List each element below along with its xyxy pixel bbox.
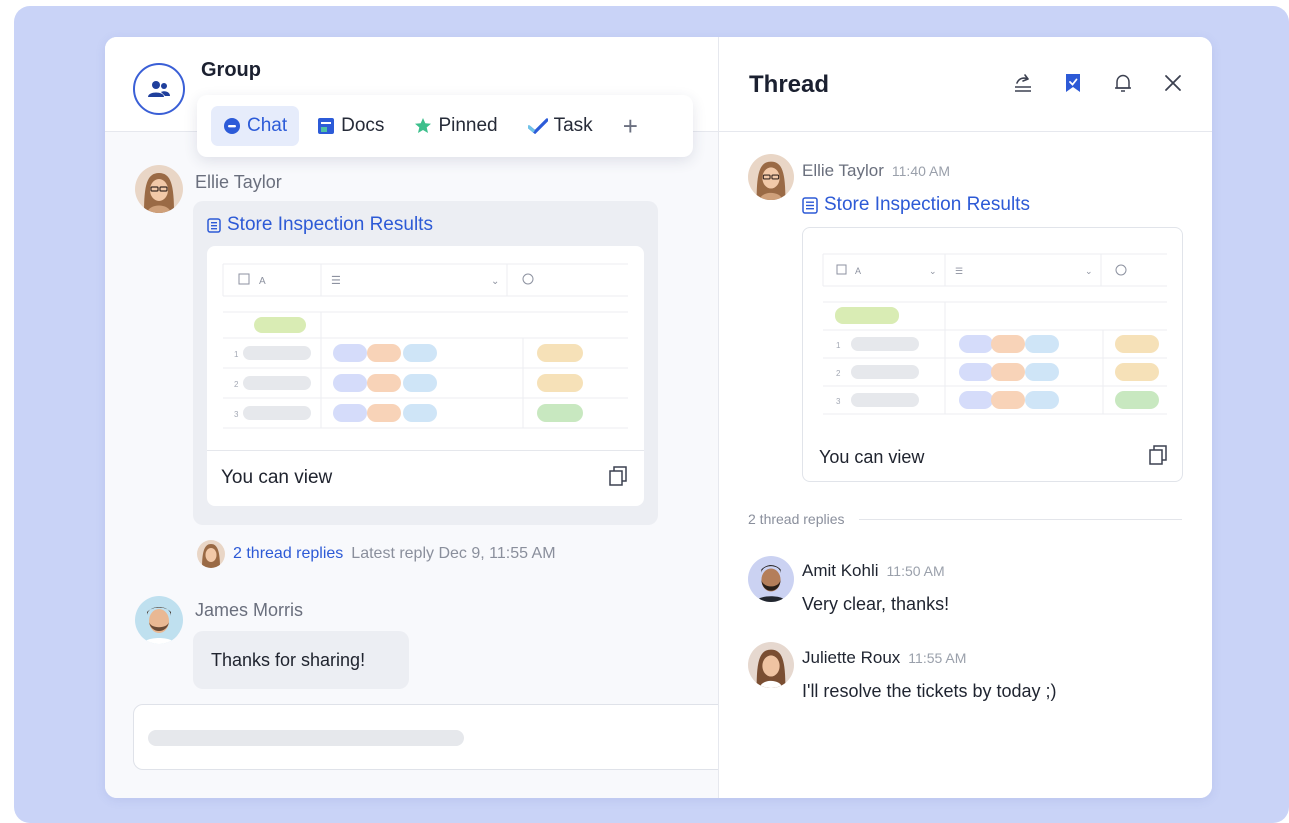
permission-label: You can view bbox=[221, 467, 333, 488]
svg-text:A: A bbox=[259, 276, 266, 287]
pin-icon bbox=[415, 118, 432, 133]
svg-text:☰: ☰ bbox=[955, 266, 963, 276]
tab-chat[interactable]: Chat bbox=[211, 106, 300, 146]
svg-text:2: 2 bbox=[234, 380, 239, 389]
tab-task[interactable]: Task bbox=[516, 106, 605, 146]
svg-text:3: 3 bbox=[234, 410, 239, 419]
docs-icon bbox=[318, 118, 335, 134]
doc-card-footer: You can view bbox=[207, 450, 644, 506]
replies-divider: 2 thread replies bbox=[748, 511, 1182, 527]
reply-text: I'll resolve the tickets by today ;) bbox=[802, 681, 1057, 701]
bell-icon[interactable] bbox=[1111, 71, 1135, 95]
svg-text:⌄: ⌄ bbox=[491, 276, 499, 287]
chat-pane: Group Chat Docs Pinned Task + Ellie Tayl… bbox=[105, 37, 753, 798]
group-title: Group bbox=[201, 59, 261, 81]
doc-preview-card[interactable]: A ☰ ⌄ 1 2 3 You can view bbox=[207, 246, 644, 506]
document-icon bbox=[802, 196, 818, 214]
doc-link[interactable]: Store Inspection Results bbox=[207, 214, 433, 236]
table-preview: A ⌄ ☰ ⌄ 1 2 3 bbox=[822, 253, 1167, 415]
avatar-james[interactable] bbox=[135, 596, 183, 644]
tab-docs-label: Docs bbox=[341, 115, 385, 136]
reply-author: Juliette Roux 11:55 AM bbox=[802, 648, 966, 668]
author-name: Juliette Roux bbox=[802, 648, 901, 667]
document-icon bbox=[207, 217, 221, 233]
author-name: Amit Kohli bbox=[802, 561, 879, 580]
message-bubble: Thanks for sharing! bbox=[193, 631, 409, 689]
close-icon[interactable] bbox=[1161, 71, 1185, 95]
doc-preview-card[interactable]: A ⌄ ☰ ⌄ 1 2 3 You can view bbox=[802, 227, 1183, 482]
users-icon bbox=[148, 81, 170, 97]
message-author: James Morris bbox=[195, 600, 304, 620]
chat-window: Group Chat Docs Pinned Task + Ellie Tayl… bbox=[105, 37, 1212, 798]
tab-pinned[interactable]: Pinned bbox=[402, 106, 509, 146]
reply-text: Very clear, thanks! bbox=[802, 594, 950, 614]
tab-pinned-label: Pinned bbox=[438, 115, 498, 136]
check-task-icon bbox=[527, 118, 548, 134]
avatar-ellie[interactable] bbox=[135, 165, 183, 213]
group-avatar[interactable] bbox=[133, 63, 185, 115]
reply-avatar bbox=[197, 540, 225, 568]
svg-text:☰: ☰ bbox=[331, 275, 341, 287]
svg-text:⌄: ⌄ bbox=[929, 266, 937, 276]
message-time: 11:55 AM bbox=[908, 650, 967, 666]
avatar-ellie[interactable] bbox=[748, 154, 794, 200]
doc-link[interactable]: Store Inspection Results bbox=[802, 194, 1030, 216]
thread-title: Thread bbox=[749, 71, 830, 98]
author-name: Ellie Taylor bbox=[802, 161, 884, 180]
latest-reply-time: Latest reply Dec 9, 11:55 AM bbox=[351, 545, 556, 562]
svg-text:1: 1 bbox=[836, 341, 841, 350]
copy-icon[interactable] bbox=[608, 465, 628, 492]
chat-bubble-icon bbox=[224, 118, 240, 134]
message-time: 11:50 AM bbox=[886, 563, 945, 579]
thread-panel: Thread Ellie Taylor 11:40 AM Store Inspe… bbox=[718, 37, 1212, 798]
message-composer[interactable] bbox=[133, 704, 753, 770]
thread-header-actions bbox=[1011, 71, 1185, 95]
doc-message-bubble: Store Inspection Results A ☰ ⌄ 1 2 3 You… bbox=[193, 201, 658, 525]
tab-docs[interactable]: Docs bbox=[305, 106, 396, 146]
add-tab-button[interactable]: + bbox=[611, 111, 650, 142]
svg-text:3: 3 bbox=[836, 397, 841, 406]
copy-icon[interactable] bbox=[1148, 444, 1168, 471]
tab-chat-label: Chat bbox=[247, 115, 288, 136]
composer-placeholder bbox=[148, 730, 464, 746]
replies-divider-label: 2 thread replies bbox=[748, 511, 845, 527]
thread-replies-row[interactable]: 2 thread replies Latest reply Dec 9, 11:… bbox=[197, 540, 556, 568]
doc-link-title: Store Inspection Results bbox=[227, 214, 433, 235]
svg-text:1: 1 bbox=[234, 350, 239, 359]
svg-text:⌄: ⌄ bbox=[1085, 266, 1093, 276]
divider-line bbox=[858, 518, 1182, 520]
svg-text:2: 2 bbox=[836, 369, 841, 378]
thread-header: Thread bbox=[719, 37, 1212, 132]
tab-bar: Chat Docs Pinned Task + bbox=[197, 95, 693, 157]
message-author: Ellie Taylor bbox=[195, 172, 282, 192]
share-icon[interactable] bbox=[1011, 71, 1035, 95]
svg-text:A: A bbox=[855, 266, 861, 276]
tab-task-label: Task bbox=[553, 115, 593, 136]
thread-root-author: Ellie Taylor 11:40 AM bbox=[802, 161, 950, 181]
avatar-juliette[interactable] bbox=[748, 642, 794, 688]
doc-link-title: Store Inspection Results bbox=[824, 194, 1030, 215]
message-time: 11:40 AM bbox=[891, 163, 951, 179]
bookmark-icon[interactable] bbox=[1061, 71, 1085, 95]
table-preview: A ☰ ⌄ 1 2 3 bbox=[222, 263, 628, 429]
doc-card-footer: You can view bbox=[803, 435, 1182, 481]
thread-replies-link[interactable]: 2 thread replies bbox=[233, 545, 343, 563]
permission-label: You can view bbox=[819, 447, 925, 467]
avatar-amit[interactable] bbox=[748, 556, 794, 602]
reply-author: Amit Kohli 11:50 AM bbox=[802, 561, 945, 581]
